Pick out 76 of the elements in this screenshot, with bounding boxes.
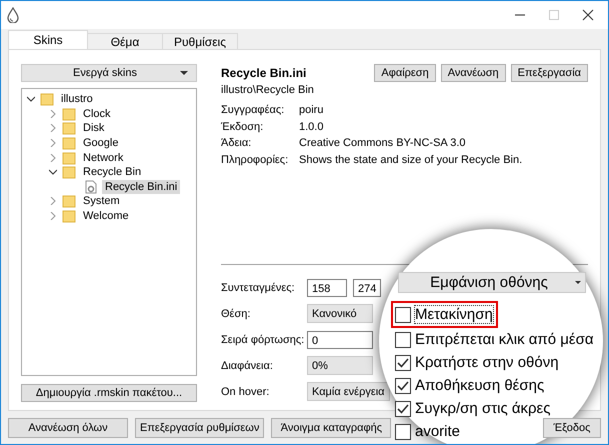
- coordinate-field[interactable]: 274: [353, 278, 381, 296]
- setting-label: Σειρά φόρτωσης:: [221, 334, 301, 346]
- chevron-right-icon[interactable]: [49, 139, 57, 148]
- checkbox-label: Αποθήκευση θέσης: [415, 377, 544, 394]
- tab[interactable]: Skins: [8, 30, 88, 49]
- tree-item[interactable]: Welcome: [80, 209, 132, 224]
- chevron-right-icon[interactable]: [49, 110, 57, 118]
- chevron-right-icon[interactable]: [49, 124, 57, 132]
- footer-button[interactable]: Άνοιγμα καταγραφής: [271, 418, 392, 438]
- folder-icon: [40, 92, 54, 106]
- tree-item[interactable]: Recycle Bin.ini: [102, 180, 180, 194]
- chevron-down-icon[interactable]: [49, 168, 57, 176]
- setting-label: Θέση:: [221, 308, 252, 320]
- field-value: 1.0.0: [299, 120, 324, 133]
- field-label: Άδεια:: [221, 137, 252, 150]
- checkbox[interactable]: [395, 424, 411, 440]
- display-dropdown[interactable]: Εμφάνιση οθόνης: [398, 272, 586, 293]
- folder-icon: [62, 136, 76, 150]
- checkbox[interactable]: [395, 400, 411, 416]
- gear-document-icon: [84, 180, 98, 194]
- folder-icon: [62, 106, 76, 121]
- checkbox-label: avorite: [415, 423, 460, 440]
- tree-item[interactable]: Clock: [80, 106, 114, 121]
- field-label: Πληροφορίες:: [221, 154, 290, 166]
- field-label: Συγγραφέας:: [221, 104, 286, 116]
- folder-icon: [62, 194, 76, 208]
- drop-icon: [7, 7, 19, 23]
- exit-button[interactable]: Έξοδος: [543, 418, 601, 438]
- field-value: poiru: [299, 104, 324, 116]
- folder-icon: [62, 150, 76, 165]
- tree-item[interactable]: Recycle Bin: [80, 165, 144, 180]
- caret-icon: [180, 71, 188, 75]
- chevron-right-icon[interactable]: [49, 197, 57, 206]
- tree-item[interactable]: Google: [80, 136, 122, 150]
- tab[interactable]: Θέμα: [87, 33, 163, 49]
- setting-label: On hover:: [221, 386, 270, 398]
- skin-action-button[interactable]: Αφαίρεση: [374, 64, 436, 82]
- coordinate-field[interactable]: 158: [307, 278, 347, 296]
- chevron-right-icon[interactable]: [49, 212, 57, 220]
- folder-icon: [62, 165, 76, 180]
- tab[interactable]: Ρυθμίσεις: [162, 33, 238, 49]
- close-icon[interactable]: [582, 9, 594, 21]
- setting-label: Διαφάνεια:: [221, 360, 274, 372]
- folder-icon: [62, 121, 76, 136]
- input-field[interactable]: 0: [307, 330, 373, 348]
- field-value: Shows the state and size of your Recycle Bin.: [299, 154, 522, 166]
- setting-label: Συντεταγμένες:: [221, 282, 296, 294]
- skin-action-button[interactable]: Επεξεργασία: [510, 64, 588, 82]
- footer-button[interactable]: Ανανέωση όλων: [8, 418, 128, 438]
- skin-title: Recycle Bin.ini: [221, 66, 306, 80]
- tree-item[interactable]: Network: [80, 150, 126, 165]
- checkbox[interactable]: [395, 378, 411, 394]
- skin-action-button[interactable]: Ανανέωση: [440, 64, 506, 82]
- chevron-right-icon[interactable]: [49, 154, 57, 162]
- create-package-button[interactable]: Δημιουργία .rmskin πακέτου...: [21, 384, 197, 402]
- tree-item[interactable]: Disk: [80, 121, 108, 136]
- checkbox[interactable]: [395, 306, 411, 322]
- checkbox-label: Επιτρέπεται κλικ από μέσα: [415, 331, 594, 348]
- setting-dropdown[interactable]: Κανονικό: [307, 304, 373, 323]
- field-value: Creative Commons BY-NC-SA 3.0: [299, 137, 466, 150]
- folder-icon: [62, 209, 76, 224]
- footer-button[interactable]: Επεξεργασία ρυθμίσεων: [135, 418, 264, 438]
- chevron-down-icon[interactable]: [27, 95, 35, 104]
- checkbox[interactable]: [395, 332, 411, 348]
- setting-dropdown[interactable]: Καμία ενέργεια: [307, 382, 390, 401]
- skin-path: illustro\Recycle Bin: [221, 84, 315, 96]
- checkbox-label: Κρατήστε στην οθόνη: [415, 354, 559, 371]
- tree-item[interactable]: System: [80, 194, 123, 208]
- skins-dropdown[interactable]: Ενεργά skins: [21, 64, 197, 82]
- caret-icon: [575, 281, 581, 284]
- checkbox-label: Μετακίνηση: [415, 306, 493, 323]
- checkbox[interactable]: [395, 354, 411, 370]
- tree-item[interactable]: illustro: [58, 92, 96, 106]
- checkbox-label: Συγκρ/ση στις άκρες: [415, 400, 550, 417]
- setting-dropdown[interactable]: 0%: [307, 356, 373, 375]
- field-label: Έκδοση:: [221, 120, 264, 133]
